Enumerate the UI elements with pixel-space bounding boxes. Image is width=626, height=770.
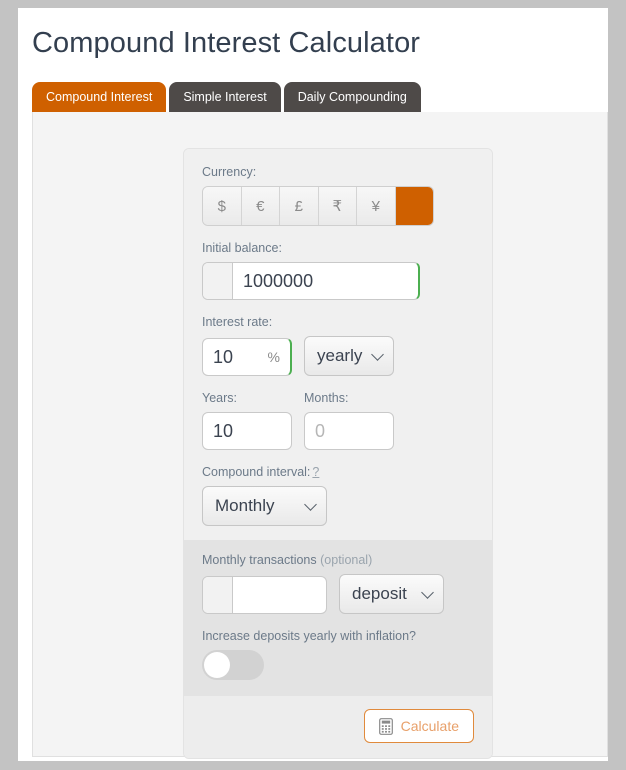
currency-option-inr[interactable]: ₹ [318,187,357,225]
initial-balance-input-wrap [202,262,420,300]
interest-rate-label: Interest rate: [202,315,273,329]
compound-interval-label-text: Compound interval: [202,465,311,479]
percent-suffix: % [267,349,280,365]
currency-prefix [203,577,233,613]
tab-panel: Currency: $ € £ ₹ ¥ Initial balance: 100… [32,112,608,759]
page-root: Compound Interest Calculator Compound In… [0,0,626,770]
months-field: Months: [304,391,394,450]
compound-interval-value: Monthly [215,496,275,515]
interest-rate-field: Interest rate: % yearly [202,315,474,376]
currency-label: Currency: [202,165,257,179]
form-footer: Calculate [184,696,492,758]
months-label: Months: [304,391,349,405]
tab-simple-interest[interactable]: Simple Interest [169,82,281,112]
duration-row: Years: Months: [202,391,474,450]
calculator-form: Currency: $ € £ ₹ ¥ Initial balance: 100… [183,148,493,759]
monthly-transactions-label: Monthly transactions (optional) [202,553,474,568]
tab-label: Daily Compounding [297,90,407,104]
years-input[interactable] [203,413,291,449]
currency-option-gbp[interactable]: £ [280,187,319,225]
currency-symbol: ¥ [371,197,380,215]
years-label: Years: [202,391,237,405]
tab-daily-compounding[interactable]: Daily Compounding [283,82,421,112]
form-main-section: Currency: $ € £ ₹ ¥ Initial balance: 100… [184,149,492,540]
duration-field: Years: Months: [202,391,474,450]
currency-option-usd[interactable]: $ [203,187,242,225]
currency-option-none[interactable] [395,187,433,225]
tab-bar: Compound Interest Simple Interest Daily … [18,80,608,112]
interest-rate-input-wrap: % [202,338,292,376]
months-input-wrap [304,412,394,450]
calculate-button-label: Calculate [400,718,459,734]
years-input-wrap [202,412,292,450]
currency-symbol: $ [217,197,226,215]
monthly-transactions-field: Monthly transactions (optional) deposit [202,553,474,614]
initial-balance-field: Initial balance: [202,241,474,300]
currency-symbol: £ [294,197,303,215]
monthly-transactions-input-wrap [202,576,327,614]
tab-compound-interest[interactable]: Compound Interest [32,82,167,112]
inflation-field: Increase deposits yearly with inflation? [202,629,474,680]
page-title: Compound Interest Calculator [32,27,421,59]
months-input[interactable] [305,413,393,449]
initial-balance-input[interactable] [233,263,418,299]
monthly-transactions-section: Monthly transactions (optional) deposit [184,540,492,696]
compound-interval-field: Compound interval:? Monthly [202,465,474,526]
calculate-button[interactable]: Calculate [363,709,474,743]
monthly-transactions-input[interactable] [233,577,326,613]
optional-hint: (optional) [320,553,373,567]
years-field: Years: [202,391,292,450]
currency-field: Currency: $ € £ ₹ ¥ [202,165,474,226]
interest-rate-period-select[interactable]: yearly [304,336,394,376]
monthly-transactions-label-text: Monthly transactions [202,553,317,567]
interest-rate-input[interactable] [203,339,268,375]
currency-option-jpy[interactable]: ¥ [357,187,396,225]
interest-rate-period-value: yearly [317,346,363,365]
tab-label: Simple Interest [183,90,267,104]
compound-interval-select[interactable]: Monthly [202,486,327,526]
inflation-label: Increase deposits yearly with inflation? [202,629,417,643]
currency-option-eur[interactable]: € [241,187,280,225]
currency-symbol: ₹ [332,198,343,215]
currency-symbol: € [256,197,265,215]
tab-label: Compound Interest [46,90,153,104]
toggle-knob [204,652,230,678]
currency-prefix [203,263,233,299]
currency-button-group: $ € £ ₹ ¥ [202,186,434,226]
interest-rate-row: % yearly [202,336,474,376]
compound-interval-label: Compound interval:? [202,465,474,480]
monthly-transactions-row: deposit [202,574,474,614]
content-card: Compound Interest Calculator Compound In… [18,8,608,761]
inflation-toggle[interactable] [202,650,264,680]
help-icon[interactable]: ? [312,465,319,479]
initial-balance-label: Initial balance: [202,241,282,255]
transaction-type-select[interactable]: deposit [339,574,444,614]
calculator-icon [378,717,393,735]
